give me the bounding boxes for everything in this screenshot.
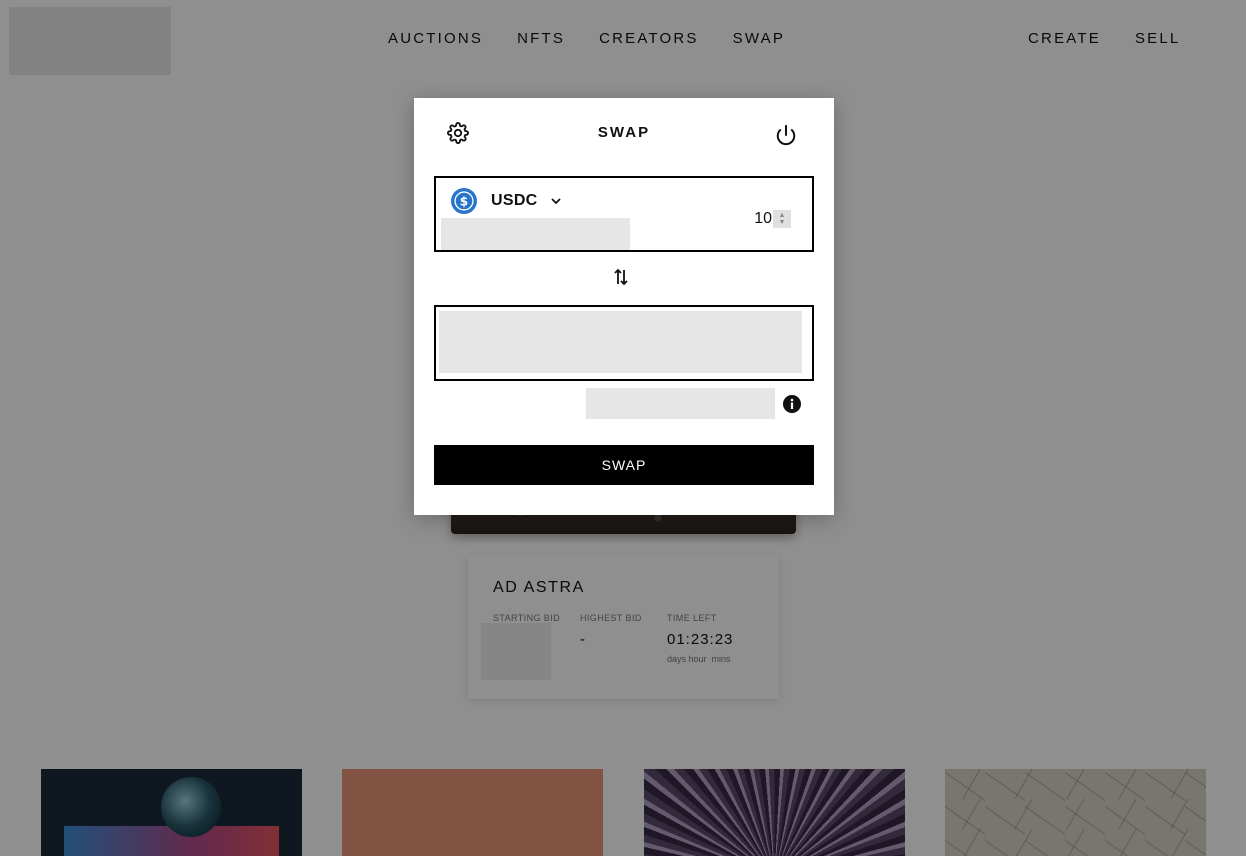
info-button[interactable] <box>783 395 801 413</box>
stepper-up-icon: ▲ <box>778 212 786 219</box>
swap-modal: SWAP $ USDC ▲ ▼ <box>414 98 834 515</box>
rate-placeholder <box>586 388 775 419</box>
chevron-down-icon <box>550 198 561 205</box>
from-token-panel: $ USDC ▲ ▼ <box>434 176 814 252</box>
swap-button[interactable]: SWAP <box>434 445 814 485</box>
to-token-panel[interactable] <box>434 305 814 381</box>
switch-tokens-button[interactable] <box>613 267 629 287</box>
modal-title: SWAP <box>597 124 651 141</box>
usdc-icon: $ <box>451 188 477 214</box>
from-amount-input[interactable] <box>732 210 772 228</box>
stepper-down-icon: ▼ <box>778 219 786 226</box>
amount-stepper[interactable]: ▲ ▼ <box>773 210 791 228</box>
to-token-placeholder <box>439 311 802 373</box>
from-token-symbol: USDC <box>491 192 538 209</box>
amount-field: ▲ ▼ <box>732 210 791 228</box>
swap-arrows-icon <box>614 268 628 286</box>
disconnect-button[interactable] <box>775 124 797 146</box>
balance-placeholder <box>441 218 630 250</box>
from-token-select[interactable]: $ USDC <box>451 188 562 214</box>
info-icon <box>783 395 801 413</box>
power-icon <box>776 124 796 146</box>
svg-text:$: $ <box>460 194 468 208</box>
